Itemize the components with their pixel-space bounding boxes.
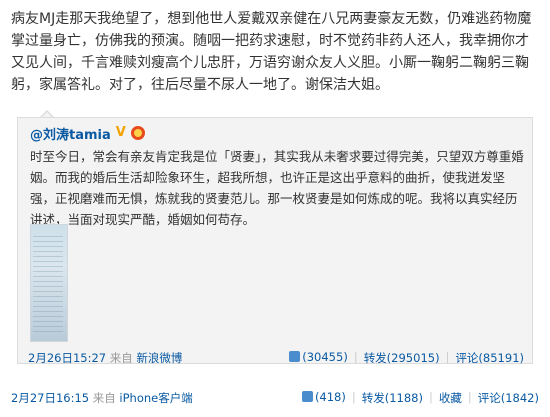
like-button[interactable]: (418) [301,390,346,406]
separator: | [467,390,472,404]
separator: | [429,390,433,404]
quoted-source-link[interactable]: 新浪微博 [136,351,182,365]
post-footer: 2月27日16:15 来自 iPhone客户端 (418) | 转发(1188)… [11,390,539,406]
quoted-source-prefix: 来自 [109,351,133,365]
separator: | [353,350,358,364]
quoted-post-meta: 2月26日15:27 来自 新浪微博 [28,350,182,366]
quoted-comment-link[interactable]: 评论(85191) [455,350,524,366]
post-source-link[interactable]: iPhone客户端 [119,391,192,405]
thumbnail-text-lines [33,236,63,332]
medal-icon [130,126,145,140]
thumbs-up-icon [289,351,301,362]
post-text: 病友MJ走那天我绝望了，想到他世人爱戴双亲健在八兄两妻豪友无数，仍难逃药物魔掌过… [11,11,532,93]
separator: | [445,350,450,364]
quoted-post-text: 时至今日，常会有亲友肯定我是位「贤妻」，其实我从未奢求要过得完美，只望双方尊重婚… [30,149,524,227]
thumbs-up-icon [301,391,313,402]
quoted-author-link[interactable]: @刘涛tamia [30,124,111,143]
quoted-post: @刘涛tamia V 时至今日，常会有亲友肯定我是位「贤妻」，其实我从未奢求要过… [17,117,533,366]
quoted-post-time-link[interactable]: 2月26日15:27 [28,351,106,365]
verified-v-icon: V [115,125,126,140]
quoted-post-footer: 2月26日15:27 来自 新浪微博 (30455) | 转发(295015) … [28,350,524,366]
favorite-link[interactable]: 收藏 [439,390,462,406]
quoted-post-actions: (30455) | 转发(295015) | 评论(85191) [289,350,524,366]
post-source-prefix: 来自 [92,391,116,405]
post-meta: 2月27日16:15 来自 iPhone客户端 [11,390,193,406]
post-actions: (418) | 转发(1188) | 收藏 | 评论(1842) [301,390,539,406]
quoted-author-row: @刘涛tamia V [30,124,145,143]
quoted-like-button[interactable]: (30455) [289,350,348,366]
quoted-forward-link[interactable]: 转发(295015) [364,350,440,366]
like-count: (418) [314,390,346,404]
separator: | [351,390,356,404]
forward-link[interactable]: 转发(1188) [362,390,423,406]
comment-link[interactable]: 评论(1842) [478,390,539,406]
quoted-like-count: (30455) [302,350,348,364]
post-time-link[interactable]: 2月27日16:15 [11,391,89,405]
